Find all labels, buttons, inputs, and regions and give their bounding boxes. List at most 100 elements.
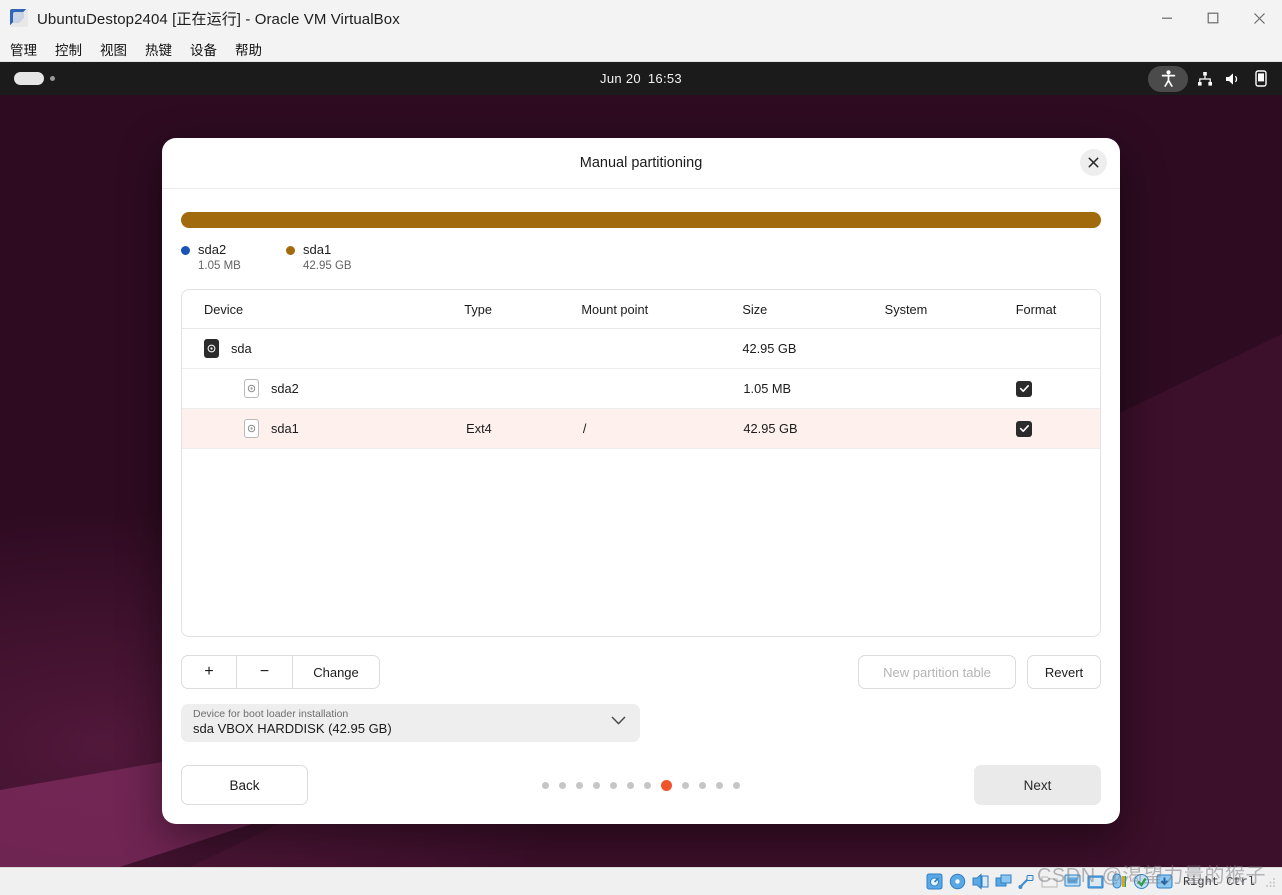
dialog-body: sda2 1.05 MB sda1 42.95 GB Device Type M… [162, 189, 1120, 742]
table-row[interactable]: sda1 Ext4 / 42.95 GB [182, 409, 1100, 449]
legend-dot-icon [181, 246, 190, 255]
menu-item-view[interactable]: 视图 [100, 39, 127, 59]
dialog-close-button[interactable] [1080, 149, 1107, 176]
hard-disk-icon[interactable] [926, 873, 944, 891]
resize-grip-icon[interactable] [1266, 877, 1276, 887]
add-partition-button[interactable]: + [181, 655, 237, 689]
menu-item-hotkeys[interactable]: 热键 [145, 39, 172, 59]
column-header-mount-point: Mount point [581, 301, 649, 317]
menu-item-control[interactable]: 控制 [55, 39, 82, 59]
step-dot[interactable] [716, 781, 723, 789]
keyboard-indicator-icon[interactable] [1133, 873, 1151, 891]
mouse-capture-icon[interactable] [1110, 873, 1128, 891]
clock-time: 16:53 [647, 71, 682, 86]
column-header-system: System [884, 301, 928, 317]
maximize-icon [1207, 12, 1219, 24]
step-dot[interactable] [610, 781, 617, 789]
step-dot[interactable] [699, 781, 706, 789]
close-icon [1088, 157, 1099, 168]
column-header-type: Type [464, 301, 493, 317]
step-dot[interactable] [627, 781, 634, 789]
legend-size: 42.95 GB [303, 259, 352, 272]
maximize-button[interactable] [1190, 0, 1236, 36]
table-actions: New partition table Revert [858, 655, 1101, 689]
dialog-footer: Back Next [162, 742, 1120, 824]
recording-icon[interactable] [1087, 873, 1105, 891]
shared-folders-icon[interactable] [1041, 873, 1059, 891]
vm-session-icon[interactable] [1156, 873, 1174, 891]
cell-device: sda [182, 339, 464, 358]
legend-name: sda1 [303, 242, 332, 257]
menu-item-manage[interactable]: 管理 [10, 39, 37, 59]
new-partition-table-button[interactable]: New partition table [858, 655, 1016, 689]
step-dot[interactable] [644, 781, 651, 789]
accessibility-button[interactable] [1148, 65, 1188, 92]
check-icon [1019, 425, 1029, 432]
optical-disk-icon[interactable] [949, 873, 967, 891]
manual-partitioning-dialog: Manual partitioning sda2 1.05 MB sda1 42… [162, 138, 1120, 824]
activities-button[interactable] [14, 72, 44, 85]
close-icon [1253, 12, 1265, 24]
next-button[interactable]: Next [974, 765, 1101, 805]
menu-bar: 管理 控制 视图 热键 设备 帮助 [0, 36, 1282, 62]
step-dot[interactable] [682, 781, 689, 789]
virtualbox-status-bar: CSDN @渴望力量的猴子 Right Ctrl [0, 865, 1282, 895]
column-header-device: Device [204, 301, 244, 317]
cell-format [1016, 420, 1100, 437]
cell-device: sda1 [182, 419, 466, 438]
bootloader-device-select[interactable]: Device for boot loader installation sda … [181, 704, 640, 742]
column-header-size: Size [742, 301, 768, 317]
volume-button[interactable] [1222, 68, 1244, 90]
chevron-down-icon [611, 716, 626, 725]
partition-bar-segment-sda1 [181, 212, 1101, 228]
step-dot[interactable] [542, 781, 549, 789]
display-icon[interactable] [1064, 873, 1082, 891]
menu-item-devices[interactable]: 设备 [190, 39, 217, 59]
revert-button[interactable]: Revert [1027, 655, 1101, 689]
ubuntu-desktop: Jun 20 16:53 Manual partitioning sda2 1.… [0, 62, 1282, 867]
close-button[interactable] [1236, 0, 1282, 36]
menu-item-help[interactable]: 帮助 [235, 39, 262, 59]
disk-icon [204, 339, 219, 358]
change-partition-button[interactable]: Change [293, 655, 380, 689]
window-title: UbuntuDestop2404 [正在运行] - Oracle VM Virt… [37, 10, 400, 28]
remove-partition-button[interactable]: − [237, 655, 293, 689]
guest-screen: Jun 20 16:53 Manual partitioning sda2 1.… [0, 62, 1282, 867]
legend-item-sda1: sda1 42.95 GB [286, 241, 352, 275]
minimize-button[interactable] [1144, 0, 1190, 36]
table-row[interactable]: sda2 1.05 MB [182, 369, 1100, 409]
host-key-indicator: Right Ctrl [1182, 874, 1255, 889]
format-checkbox[interactable] [1016, 380, 1032, 397]
cell-format [1016, 380, 1100, 397]
partition-icon [244, 379, 259, 398]
legend-name: sda2 [198, 242, 227, 257]
format-checkbox[interactable] [1016, 420, 1032, 437]
partition-usage-bar [181, 212, 1101, 228]
power-button[interactable] [1250, 68, 1272, 90]
window-titlebar: UbuntuDestop2404 [正在运行] - Oracle VM Virt… [0, 0, 1282, 36]
step-dot[interactable] [576, 781, 583, 789]
legend-size: 1.05 MB [198, 259, 241, 272]
usb-icon[interactable] [1018, 873, 1036, 891]
step-dot[interactable] [593, 781, 600, 789]
step-indicator [542, 779, 740, 791]
network-icon [1198, 71, 1212, 86]
cell-type: Ext4 [466, 421, 492, 436]
partition-legend: sda2 1.05 MB sda1 42.95 GB [181, 241, 1101, 281]
ubuntu-top-bar: Jun 20 16:53 [0, 62, 1282, 95]
table-row[interactable]: sda 42.95 GB [182, 329, 1100, 369]
floppy-disk-icon[interactable] [972, 873, 990, 891]
step-dot[interactable] [559, 781, 566, 789]
partition-actions: + − Change New partition table Revert [181, 655, 1101, 689]
step-dot-active[interactable] [661, 779, 672, 791]
legend-dot-icon [286, 246, 295, 255]
virtualbox-window: UbuntuDestop2404 [正在运行] - Oracle VM Virt… [0, 0, 1282, 895]
step-dot[interactable] [733, 781, 740, 789]
dialog-header: Manual partitioning [162, 138, 1120, 189]
network-adapter-icon[interactable] [995, 873, 1013, 891]
partition-table: Device Type Mount point Size System Form… [181, 289, 1101, 637]
cell-mount-point: / [582, 421, 587, 436]
network-button[interactable] [1194, 68, 1216, 90]
back-button[interactable]: Back [181, 765, 308, 805]
clock[interactable]: Jun 20 16:53 [600, 71, 682, 86]
